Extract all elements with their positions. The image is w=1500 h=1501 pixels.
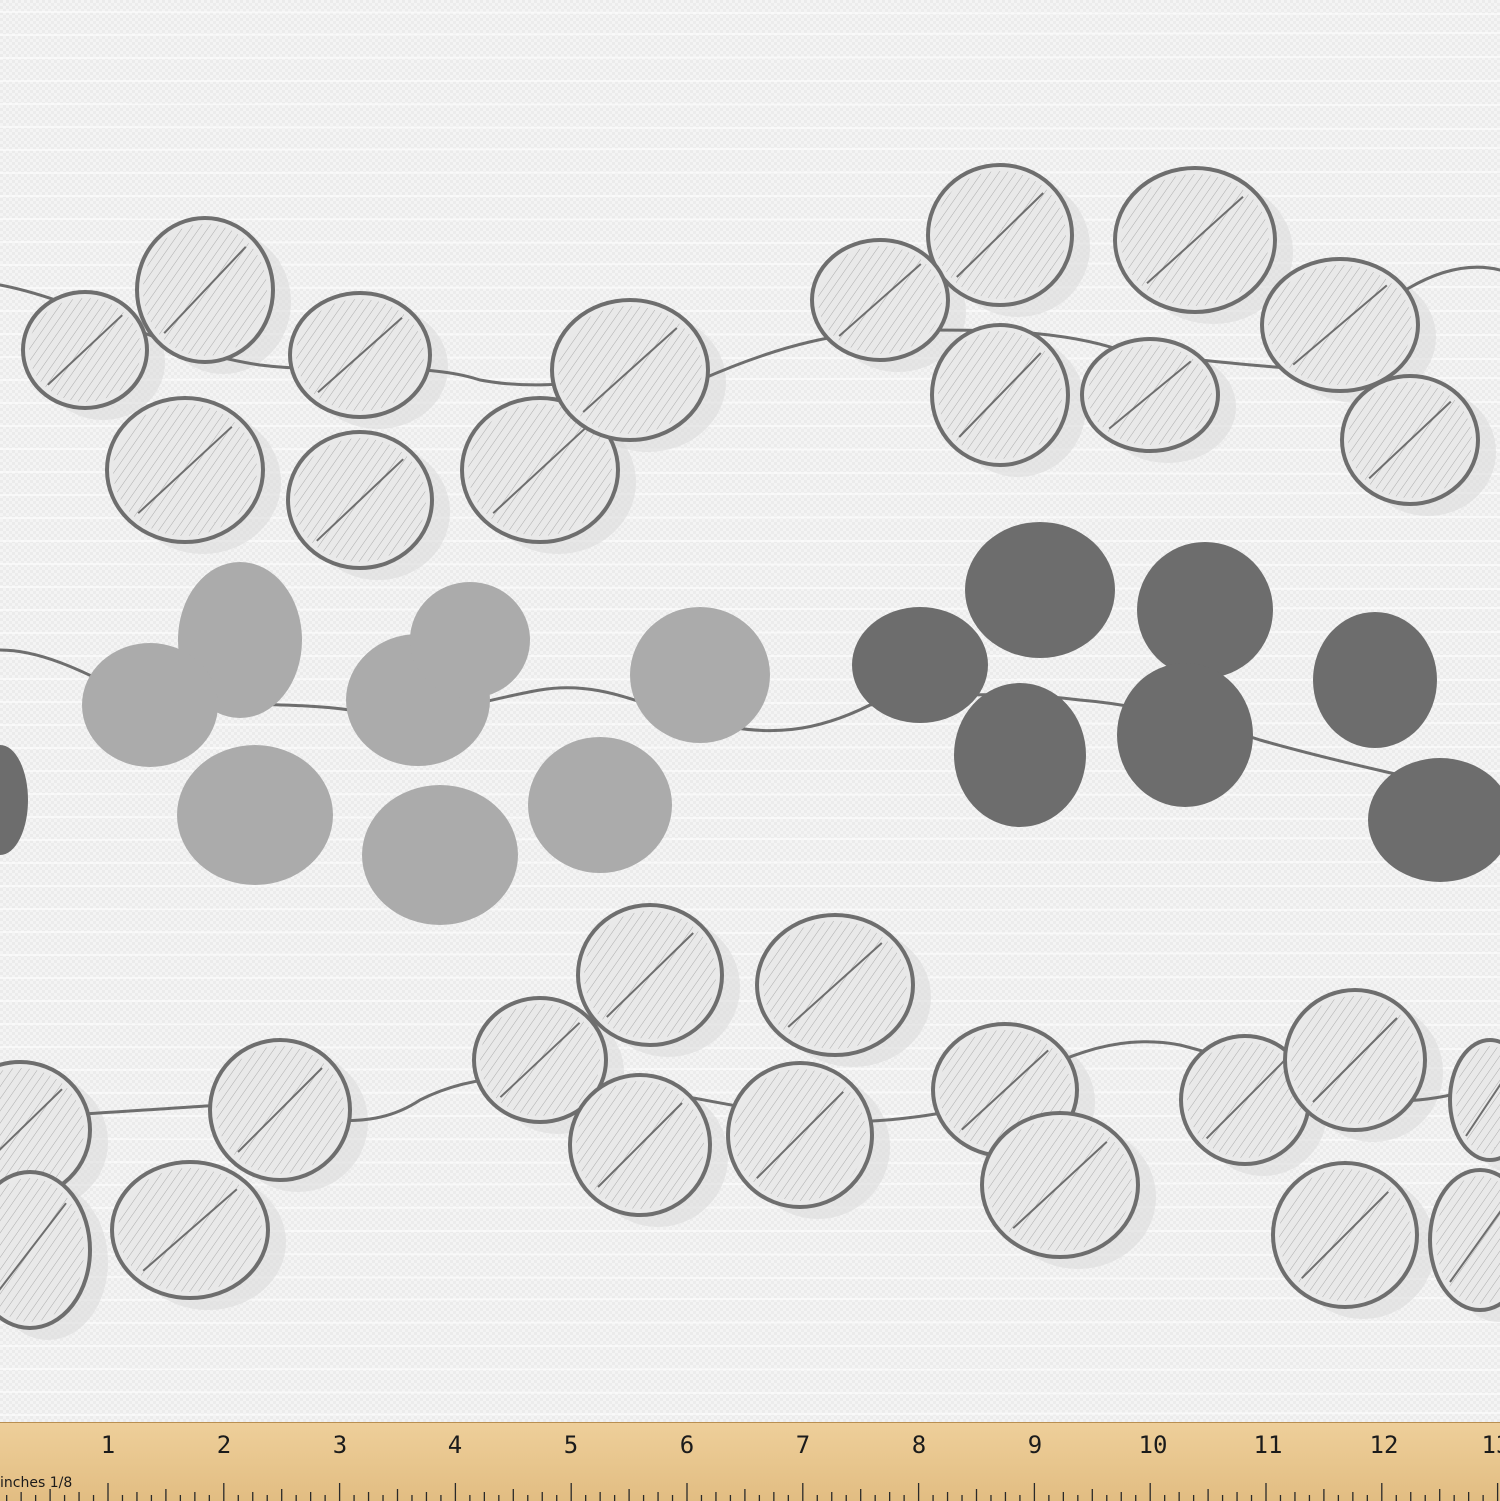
ruler-number-8: 8 bbox=[911, 1431, 927, 1459]
solid-leaf bbox=[528, 737, 672, 873]
solid-leaf bbox=[177, 745, 333, 885]
solid-leaf bbox=[1117, 663, 1253, 807]
measuring-ruler: 1 2 3 4 5 6 7 8 9 10 11 12 13 inches 1/8 bbox=[0, 1422, 1500, 1501]
solid-leaf bbox=[630, 607, 770, 743]
ruler-number-1: 1 bbox=[100, 1431, 116, 1459]
ruler-number-12: 12 bbox=[1369, 1431, 1399, 1459]
fabric-streak bbox=[0, 171, 1500, 174]
ruler-number-5: 5 bbox=[563, 1431, 579, 1459]
fabric-streak bbox=[0, 976, 1500, 979]
ruler-number-6: 6 bbox=[679, 1431, 695, 1459]
fabric-streak bbox=[0, 401, 1500, 404]
ruler-number-7: 7 bbox=[795, 1431, 811, 1459]
solid-leaf bbox=[954, 683, 1086, 827]
fabric-streak bbox=[0, 1023, 1500, 1026]
fabric-swatch bbox=[0, 0, 1500, 1422]
ruler-number-2: 2 bbox=[216, 1431, 232, 1459]
fabric-streak bbox=[0, 1321, 1500, 1324]
ruler-number-11: 11 bbox=[1253, 1431, 1283, 1459]
solid-leaf bbox=[410, 582, 530, 698]
fabric-streak bbox=[0, 56, 1500, 59]
solid-leaf bbox=[965, 522, 1115, 658]
solid-leaf bbox=[82, 643, 218, 767]
ruler-unit-label: inches 1/8 bbox=[0, 1475, 73, 1491]
fabric-pattern bbox=[0, 0, 1500, 1422]
ruler-number-4: 4 bbox=[447, 1431, 463, 1459]
ruler-number-3: 3 bbox=[332, 1431, 348, 1459]
solid-leaf bbox=[362, 785, 518, 925]
ruler-number-13: 13 bbox=[1481, 1431, 1500, 1459]
solid-leaf bbox=[852, 607, 988, 723]
fabric-streak bbox=[0, 103, 1500, 106]
ruler-number-10: 10 bbox=[1138, 1431, 1168, 1459]
fabric-streak bbox=[0, 1368, 1500, 1371]
solid-leaf bbox=[1313, 612, 1437, 748]
fabric-streak bbox=[0, 746, 1500, 749]
fabric-streak bbox=[0, 908, 1500, 911]
solid-leaf bbox=[1137, 542, 1273, 678]
ruler-number-9: 9 bbox=[1027, 1431, 1043, 1459]
